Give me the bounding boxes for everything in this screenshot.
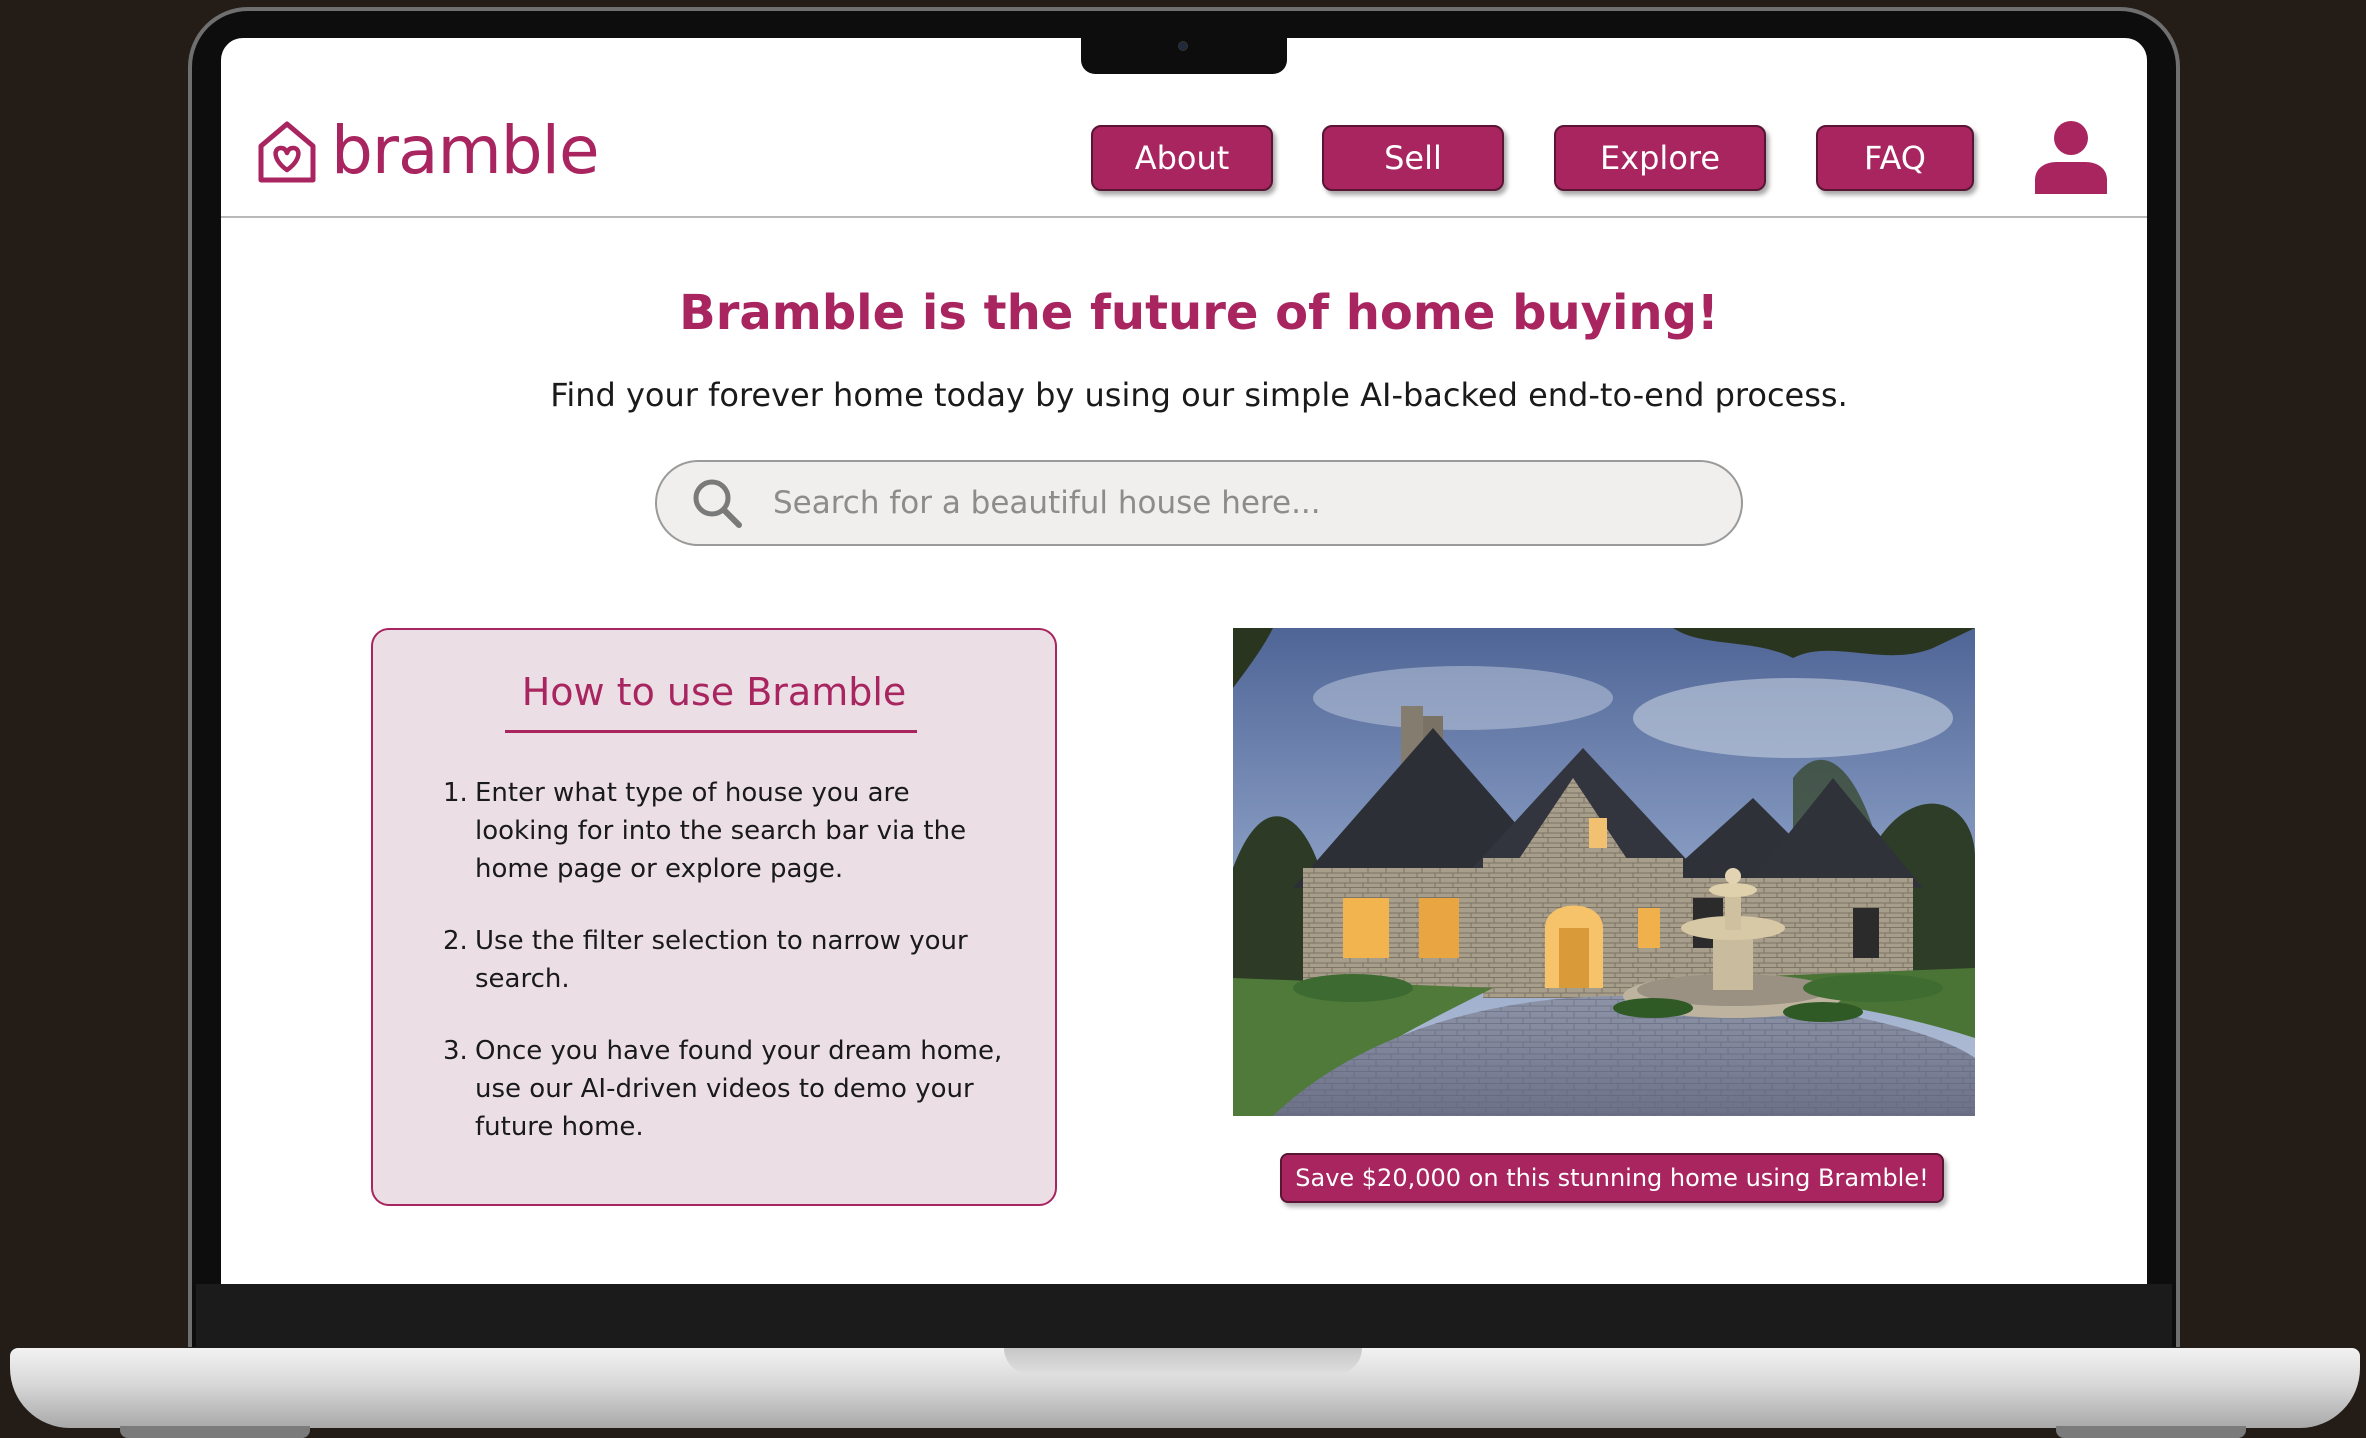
page-headline: Bramble is the future of home buying! (679, 285, 1719, 341)
how-to-step: 2. Use the filter selection to narrow yo… (443, 922, 1003, 998)
nav-sell-button[interactable]: Sell (1322, 125, 1504, 191)
step-text: Use the filter selection to narrow your … (475, 926, 968, 994)
how-to-card: How to use Bramble 1. Enter what type of… (371, 628, 1057, 1206)
featured-house-photo[interactable] (1233, 628, 1975, 1116)
screen: bramble About Sell Explore FAQ Bramble i… (221, 38, 2147, 1284)
brand-name: bramble (331, 112, 600, 189)
nav-explore-button[interactable]: Explore (1554, 125, 1766, 191)
camera-icon (1178, 41, 1188, 51)
user-icon[interactable] (2033, 120, 2109, 194)
search-icon[interactable] (691, 477, 743, 529)
how-to-title: How to use Bramble (521, 670, 907, 714)
laptop-foot-left (120, 1426, 310, 1438)
step-number: 2. (443, 926, 468, 956)
house-illustration (1233, 628, 1975, 1116)
house-heart-icon (258, 121, 316, 183)
page-subheadline: Find your forever home today by using ou… (550, 376, 1848, 414)
nav-about-button[interactable]: About (1091, 125, 1273, 191)
how-to-step: 1. Enter what type of house you are look… (443, 774, 1003, 888)
how-to-steps: 1. Enter what type of house you are look… (443, 774, 1003, 1180)
laptop-bezel (196, 1284, 2172, 1348)
how-to-step: 3. Once you have found your dream home, … (443, 1032, 1003, 1146)
nav-faq-button[interactable]: FAQ (1816, 125, 1974, 191)
step-number: 1. (443, 778, 468, 808)
step-number: 3. (443, 1036, 468, 1066)
search-input[interactable] (773, 485, 1673, 521)
how-to-divider (505, 730, 917, 733)
step-text: Enter what type of house you are looking… (475, 778, 967, 884)
laptop-base-notch (1004, 1348, 1362, 1374)
laptop-foot-right (2056, 1426, 2246, 1438)
search-bar[interactable] (655, 460, 1743, 546)
promo-savings-button[interactable]: Save $20,000 on this stunning home using… (1280, 1153, 1944, 1203)
step-text: Once you have found your dream home, use… (475, 1036, 1003, 1142)
brand-logo[interactable]: bramble (255, 112, 600, 189)
